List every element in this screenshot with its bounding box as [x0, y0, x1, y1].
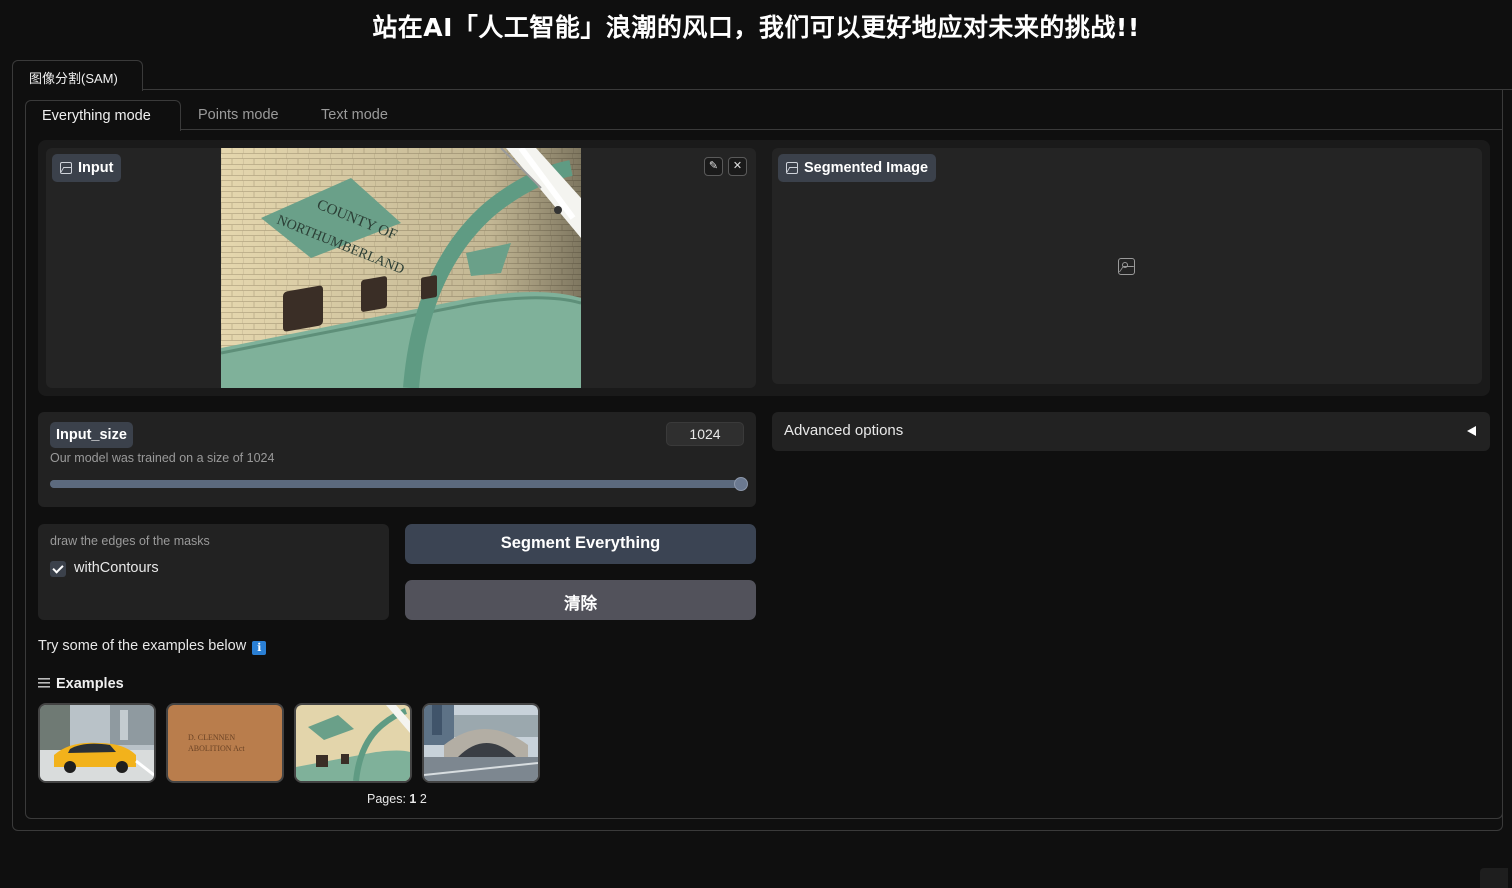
- tunnel-photo: COUNTY OF NORTHUMBERLAND: [220, 148, 582, 388]
- pencil-icon[interactable]: ✎: [704, 157, 723, 176]
- examples-hint: Try some of the examples below ℹ: [38, 638, 267, 655]
- collapse-triangle-icon[interactable]: [1467, 426, 1476, 436]
- slider-fill: [50, 480, 742, 488]
- examples-title: Examples: [38, 676, 124, 692]
- input-size-panel: Input_size 1024 Our model was trained on…: [38, 412, 756, 507]
- slider-thumb[interactable]: [734, 477, 748, 491]
- tab-text-mode[interactable]: Text mode: [321, 100, 388, 131]
- example-thumb-bridge[interactable]: [422, 703, 540, 783]
- corner-settings-button[interactable]: [1480, 868, 1508, 888]
- segmented-image-label: Segmented Image: [778, 154, 937, 182]
- contours-panel: draw the edges of the masks withContours: [38, 524, 389, 620]
- plaque-text-line1: D. CLENNEN: [188, 733, 235, 742]
- image-icon: [786, 162, 798, 174]
- clear-button[interactable]: 清除: [405, 580, 756, 620]
- info-icon: ℹ: [252, 641, 267, 655]
- with-contours-label[interactable]: withContours: [74, 560, 159, 576]
- input-label-text: Input: [78, 160, 114, 176]
- pagination: Pages: 1 2: [367, 792, 427, 806]
- image-placeholder-icon: [1118, 258, 1135, 275]
- page-1-link[interactable]: 1: [409, 792, 416, 806]
- example-thumb-plaque[interactable]: D. CLENNEN ABOLITION Act: [166, 703, 284, 783]
- input-size-slider[interactable]: [50, 480, 742, 488]
- close-icon[interactable]: ✕: [728, 157, 747, 176]
- tab-everything-mode[interactable]: Everything mode: [25, 100, 181, 131]
- tab-points-mode[interactable]: Points mode: [198, 100, 279, 131]
- page-title: 站在AI「人工智能」浪潮的风口，我们可以更好地应对未来的挑战!!: [372, 13, 1140, 42]
- example-thumb-taxi[interactable]: [38, 703, 156, 783]
- segmented-image-label-text: Segmented Image: [804, 160, 929, 176]
- image-icon: [60, 162, 72, 174]
- advanced-options-accordion[interactable]: Advanced options: [772, 412, 1490, 451]
- page-2-link[interactable]: 2: [420, 792, 427, 806]
- examples-hint-text: Try some of the examples below: [38, 638, 247, 654]
- segmented-image-block: Segmented Image: [772, 148, 1482, 384]
- examples-title-text: Examples: [56, 676, 124, 692]
- input-size-number[interactable]: 1024: [666, 422, 744, 446]
- example-thumb-tunnel[interactable]: [294, 703, 412, 783]
- input-size-info: Our model was trained on a size of 1024: [50, 451, 275, 465]
- advanced-options-label[interactable]: Advanced options: [784, 422, 903, 439]
- tab-image-segmentation[interactable]: 图像分割(SAM): [12, 60, 143, 91]
- pages-label: Pages:: [367, 792, 406, 806]
- segment-everything-button[interactable]: Segment Everything: [405, 524, 756, 564]
- contours-info: draw the edges of the masks: [50, 534, 210, 548]
- with-contours-checkbox[interactable]: [50, 561, 66, 577]
- list-icon: [38, 678, 50, 688]
- input-image-block[interactable]: COUNTY OF NORTHUMBERLAND Input ✎ ✕: [46, 148, 756, 388]
- input-label: Input: [52, 154, 122, 182]
- input-size-label: Input_size: [50, 422, 133, 448]
- plaque-text-line2: ABOLITION Act: [188, 744, 245, 753]
- input-image[interactable]: COUNTY OF NORTHUMBERLAND: [220, 148, 582, 388]
